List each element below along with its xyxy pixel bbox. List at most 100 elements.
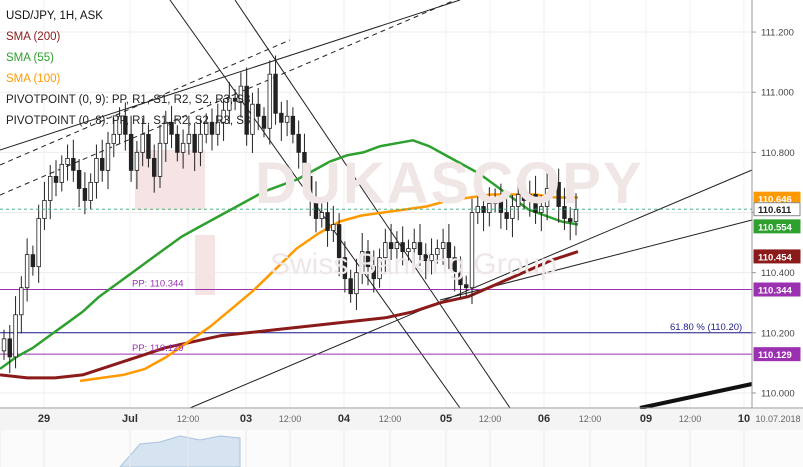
x-tick-label: 12:00 — [479, 414, 502, 424]
candle-body — [105, 142, 111, 171]
candle — [82, 172, 88, 215]
navigator-strip — [0, 430, 803, 467]
y-tick-label: 110.200 — [761, 328, 795, 339]
candle-body — [1, 338, 7, 352]
watermark-sub: Swiss Banking Group — [270, 248, 557, 281]
legend-title: USD/JPY, 1H, ASK — [6, 10, 103, 22]
watermark-logo — [135, 150, 215, 295]
candle-body — [284, 115, 290, 123]
pivot-lines — [0, 289, 752, 355]
candle-body — [19, 287, 24, 316]
candle — [59, 155, 64, 192]
y-tick-label: 110.800 — [761, 148, 795, 159]
candle-body — [267, 73, 272, 129]
candle — [30, 245, 36, 276]
x-tick-label: 06 — [538, 413, 550, 425]
thick-trendline — [639, 382, 753, 410]
pivot-label: 61.80 % (110.20) — [670, 322, 742, 333]
legend-sma100: SMA (100) — [6, 73, 61, 85]
candle — [261, 107, 267, 138]
y-tick-label: 111.000 — [761, 88, 794, 99]
price-tag-label: 110.129 — [758, 350, 792, 361]
candle-body — [180, 142, 186, 153]
legend-sma55: SMA (55) — [6, 52, 54, 64]
x-tick-label: 05 — [440, 413, 452, 425]
candle-body — [279, 112, 284, 123]
candle-body — [65, 157, 70, 165]
candle-body — [76, 170, 82, 189]
candle — [19, 276, 24, 334]
candle — [53, 160, 59, 197]
candle — [88, 173, 93, 210]
x-tick-label: 29 — [38, 413, 50, 425]
price-tag-label: 110.554 — [758, 222, 793, 233]
y-tick-label: 110.000 — [761, 388, 795, 399]
candle-body — [111, 133, 116, 144]
candle — [71, 139, 76, 182]
x-tick-label: 12:00 — [177, 414, 200, 424]
candle-body — [94, 157, 99, 183]
candle — [250, 92, 255, 153]
candle — [7, 324, 12, 374]
legend-sma200: SMA (200) — [6, 31, 61, 43]
price-tag-label: 110.344 — [758, 286, 793, 297]
candle — [279, 101, 284, 141]
x-tick-label: 12:00 — [679, 414, 702, 424]
candle-body — [140, 133, 145, 153]
candle-body — [82, 188, 88, 201]
candle-body — [250, 103, 255, 135]
price-tag-label: 110.454 — [758, 252, 793, 263]
candle — [273, 55, 278, 125]
candle-body — [157, 142, 163, 177]
x-tick-label: 12:00 — [379, 414, 402, 424]
candle-body — [128, 133, 134, 171]
candle-body — [146, 133, 151, 159]
x-tick-label: 04 — [338, 413, 351, 425]
candle-body — [186, 133, 192, 144]
candle-body — [152, 157, 157, 177]
candle-body — [30, 254, 36, 268]
candle-body — [59, 163, 64, 183]
candle-body — [71, 157, 76, 171]
pivot-label: PP: 110.344 — [132, 279, 184, 290]
x-tick-label: 03 — [240, 413, 252, 425]
x-tick-label: 12:00 — [579, 414, 602, 424]
candle — [267, 60, 272, 145]
candle — [36, 204, 41, 283]
watermark-block — [195, 235, 215, 295]
candle-body — [464, 284, 469, 289]
candle — [290, 107, 296, 144]
candle-body — [175, 133, 180, 153]
candle-body — [48, 176, 53, 201]
candle — [100, 139, 105, 182]
candle-body — [273, 73, 278, 114]
candle-body — [24, 254, 30, 289]
candle-body — [256, 103, 261, 117]
candle-body — [192, 133, 197, 153]
candle — [284, 100, 290, 137]
candle — [105, 131, 111, 190]
candle-body — [13, 314, 18, 358]
candle-body — [134, 151, 140, 171]
candle — [65, 144, 70, 181]
x-tick-label: 10 — [738, 413, 750, 425]
x-tick-label: 12:00 — [279, 414, 302, 424]
watermark-brand: DUKASCOPY — [255, 151, 644, 216]
price-tag-label: 110.611 — [758, 205, 792, 216]
x-tick-label: 10.07.2018 — [755, 414, 800, 424]
x-tick-label: 09 — [640, 413, 652, 425]
candle — [76, 158, 82, 208]
y-tick-label: 110.400 — [761, 268, 795, 279]
pivot-label: PP: 110.129 — [132, 343, 184, 354]
navigator-bg — [0, 430, 803, 467]
candle-body — [36, 218, 41, 268]
legend-pivot-9: PIVOTPOINT (0, 9): PP, R1, S1, R2, S2, R… — [6, 94, 251, 106]
candle — [256, 88, 261, 131]
candle-body — [261, 115, 267, 129]
candle-body — [100, 157, 105, 171]
candle-body — [7, 338, 12, 358]
candle — [24, 238, 30, 302]
legend-pivot-8: PIVOTPOINT (0, 8): PP, R1, S1, R2, S2, R… — [6, 115, 251, 127]
candle — [1, 329, 7, 360]
candle-body — [568, 218, 573, 222]
